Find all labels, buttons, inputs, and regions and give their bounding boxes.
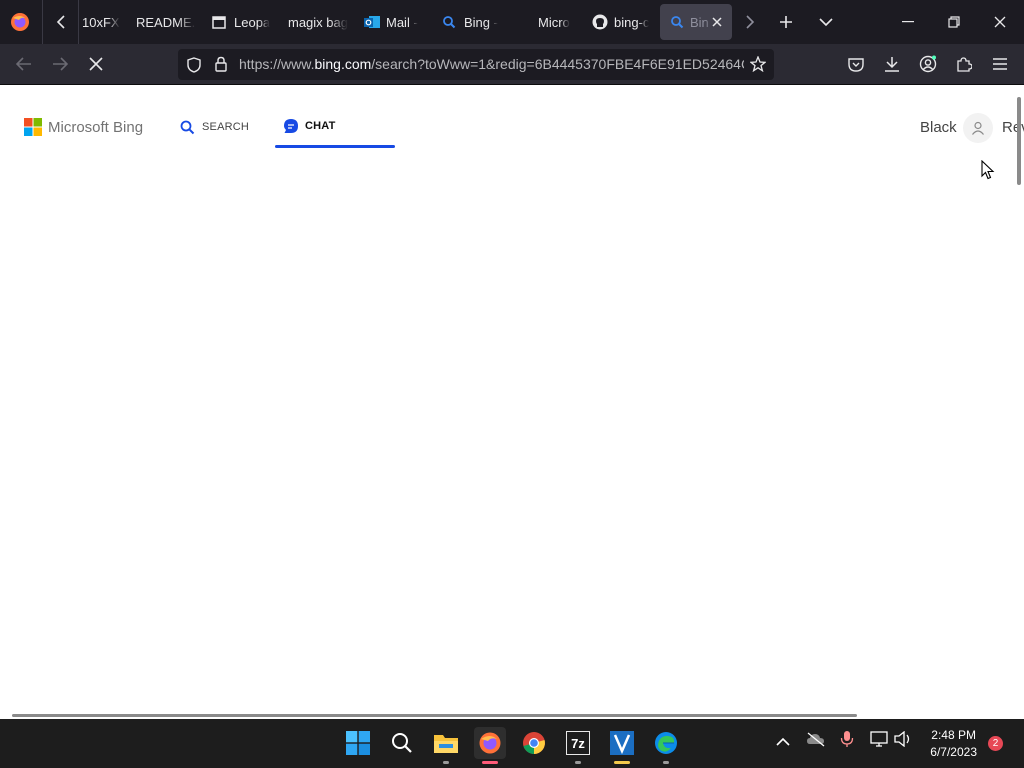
forward-arrow-icon[interactable] — [48, 52, 72, 76]
bookmark-star-icon[interactable] — [749, 55, 767, 73]
tab-title: 10xFX — [82, 14, 120, 30]
page-content: Microsoft Bing SEARCH CHAT Black Rev — [0, 85, 1024, 719]
tab-title: Mail - — [386, 14, 418, 30]
running-indicator — [575, 761, 581, 764]
downloads-icon[interactable] — [880, 52, 904, 76]
vertical-scrollbar[interactable] — [1017, 97, 1021, 185]
scroll-tabs-left-icon[interactable] — [50, 10, 72, 34]
tab-title: Micro — [538, 14, 570, 30]
calendar-icon — [212, 15, 226, 29]
network-icon[interactable] — [870, 731, 888, 750]
running-indicator — [614, 761, 630, 764]
browser-tab[interactable]: 10xFX — [82, 4, 126, 40]
chrome-icon[interactable] — [518, 727, 550, 759]
tab-title: Bing - — [464, 14, 498, 30]
outlook-icon — [364, 14, 380, 30]
user-avatar-icon[interactable] — [963, 113, 993, 143]
new-tab-icon[interactable] — [774, 10, 798, 34]
hamburger-menu-icon[interactable] — [988, 52, 1012, 76]
browser-tab[interactable]: Mail - — [364, 4, 424, 40]
clock-time[interactable]: 2:48 PM — [928, 728, 976, 742]
firefox-taskbar-icon[interactable] — [474, 727, 506, 764]
url-path: /search?toWww=1&redig=6B4445370FBE4F6E91… — [371, 56, 744, 72]
browser-tab-active[interactable]: Bin — [660, 4, 732, 40]
url-bar[interactable]: https://www.bing.com/search?toWww=1&redi… — [178, 49, 774, 80]
edge-icon[interactable] — [650, 727, 682, 764]
tab-title: README.p — [136, 14, 196, 30]
7zip-icon[interactable]: 7z — [562, 727, 594, 764]
pocket-icon[interactable] — [844, 52, 868, 76]
active-indicator — [482, 761, 498, 764]
horizontal-scrollbar[interactable] — [12, 714, 857, 717]
windows-start-icon[interactable] — [342, 727, 374, 759]
running-indicator — [663, 761, 669, 764]
taskbar-search-icon[interactable] — [386, 727, 418, 759]
tab-title: bing-c — [614, 14, 650, 30]
tab-title: magix bag — [288, 14, 348, 30]
chat-bubble-icon — [283, 118, 299, 134]
list-all-tabs-icon[interactable] — [814, 10, 838, 34]
clock-date[interactable]: 6/7/2023 — [924, 745, 977, 759]
scroll-tabs-right-icon[interactable] — [740, 10, 760, 34]
search-icon — [180, 120, 195, 135]
user-name[interactable]: Black — [920, 119, 957, 136]
extensions-puzzle-icon[interactable] — [952, 52, 976, 76]
url-prefix: https://www. — [239, 56, 315, 72]
browser-tab[interactable]: magix bag — [288, 4, 348, 40]
volume-icon[interactable] — [894, 730, 912, 750]
stop-loading-icon[interactable] — [84, 52, 108, 76]
search-icon — [670, 15, 684, 29]
veracrypt-icon[interactable] — [606, 727, 638, 764]
search-tab-label: SEARCH — [202, 121, 250, 133]
browser-tab[interactable]: Micro — [538, 4, 578, 40]
browser-tab[interactable]: README.p — [136, 4, 196, 40]
chat-tab-label: CHAT — [305, 120, 336, 132]
mouse-cursor-icon — [981, 159, 995, 180]
browser-tab[interactable]: Bing - — [442, 4, 502, 40]
tab-title: Leopa — [234, 14, 271, 30]
browser-tab[interactable]: Leopa — [212, 4, 272, 40]
search-icon — [442, 15, 456, 29]
github-icon — [592, 14, 608, 30]
svg-text:7z: 7z — [571, 736, 585, 751]
browser-tab[interactable]: bing-c — [592, 4, 652, 40]
close-window-icon[interactable] — [988, 10, 1012, 34]
show-hidden-icons-chevron-icon[interactable] — [776, 734, 790, 750]
tab-title: Bin — [690, 14, 709, 30]
file-explorer-icon[interactable] — [430, 727, 462, 764]
search-tab[interactable]: SEARCH — [180, 118, 249, 136]
account-icon[interactable] — [916, 52, 940, 76]
restore-window-icon[interactable] — [942, 10, 966, 34]
microphone-icon[interactable] — [840, 730, 854, 751]
url-text[interactable]: https://www.bing.com/search?toWww=1&redi… — [239, 56, 744, 72]
notification-badge[interactable]: 2 — [988, 736, 1003, 751]
close-tab-icon[interactable] — [710, 15, 724, 29]
tab-strip: 10xFX README.p Leopa magix bag Mail - Bi… — [0, 0, 1024, 44]
bing-logo[interactable]: Microsoft Bing — [24, 118, 143, 136]
microsoft-logo-icon — [24, 118, 42, 136]
active-tab-underline — [275, 145, 395, 148]
back-arrow-icon[interactable] — [12, 52, 36, 76]
minimize-window-icon[interactable] — [896, 10, 920, 34]
running-indicator — [443, 761, 449, 764]
chat-tab[interactable]: CHAT — [275, 111, 395, 148]
windows-taskbar: 7z 2:48 PM 6/7/2023 2 — [0, 719, 1024, 768]
firefox-menu-icon[interactable] — [8, 10, 32, 34]
navigation-toolbar: https://www.bing.com/search?toWww=1&redi… — [0, 44, 1024, 85]
lock-icon[interactable] — [214, 56, 228, 72]
url-domain: bing.com — [314, 56, 372, 72]
brand-name: Microsoft Bing — [48, 118, 144, 136]
shield-icon[interactable] — [186, 57, 202, 73]
onedrive-offline-icon[interactable] — [806, 731, 826, 750]
